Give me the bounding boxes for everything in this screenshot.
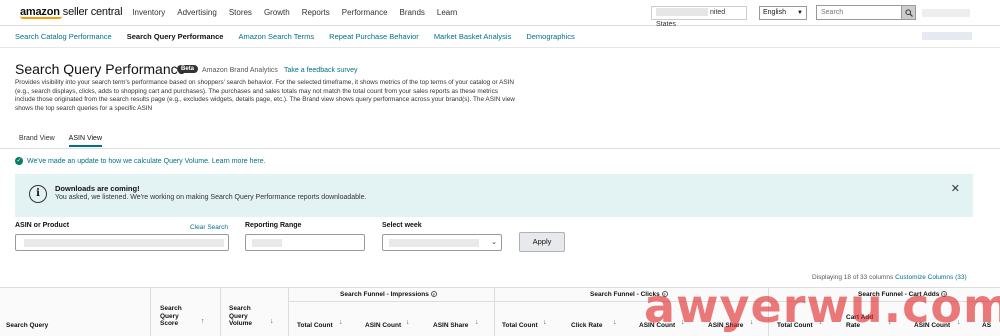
sort-down-icon[interactable]: ↓ [613, 319, 617, 326]
query-volume-update-link[interactable]: ✓ We've made an update to how we calculat… [15, 157, 266, 165]
sub-nav: Search Catalog Performance Search Query … [0, 26, 1000, 48]
sort-down-icon[interactable]: ↓ [270, 318, 274, 325]
blurred-subnav-item [922, 32, 972, 40]
subnav-repeat-purchase-behavior[interactable]: Repeat Purchase Behavior [329, 32, 419, 41]
reporting-range-select[interactable] [245, 234, 365, 251]
check-circle-icon: ✓ [15, 157, 23, 165]
view-tabs: Brand View ASIN View [19, 135, 116, 147]
apply-button[interactable]: Apply [519, 232, 565, 252]
blurred-range-value [252, 239, 282, 247]
col-clicks-total-count[interactable]: Total Count [502, 322, 538, 330]
feedback-survey-link[interactable]: Take a feedback survey [284, 67, 358, 74]
chevron-down-icon: ⌄ [491, 239, 497, 246]
menu-growth[interactable]: Growth [264, 8, 290, 17]
banner-title: Downloads are coming! [55, 184, 140, 193]
menu-performance[interactable]: Performance [342, 8, 388, 17]
tab-asin-view[interactable]: ASIN View [68, 135, 103, 147]
sort-down-icon[interactable]: ↓ [339, 319, 343, 326]
select-week-label: Select week [382, 222, 422, 229]
tab-brand-view[interactable]: Brand View [19, 135, 55, 147]
page-title: Search Query Performance [15, 61, 186, 77]
banner-text: You asked, we listened. We're working on… [55, 194, 367, 201]
tabs-divider [0, 148, 1000, 149]
watermark: awyerwu.com [644, 279, 1000, 333]
search-button[interactable] [901, 5, 916, 20]
sort-down-icon[interactable]: ↓ [406, 319, 410, 326]
menu-stores[interactable]: Stores [229, 8, 252, 17]
col-impressions-asin-share[interactable]: ASIN Share [433, 322, 468, 330]
help-icon[interactable]: ? [430, 291, 437, 298]
clear-search-link[interactable]: Clear Search [190, 224, 228, 231]
menu-learn[interactable]: Learn [437, 8, 457, 17]
asin-product-label: ASIN or Product [15, 222, 70, 229]
marketplace-select[interactable]: nited States [651, 6, 747, 28]
brand-analytics-label: Amazon Brand Analytics [202, 67, 278, 74]
page-description: Provides visibility into your search ter… [15, 79, 515, 112]
search-icon [905, 9, 913, 17]
account-menu[interactable] [922, 9, 970, 17]
blurred-account [656, 8, 708, 17]
sort-up-icon[interactable]: ↑ [201, 318, 205, 325]
col-search-query-volume[interactable]: Search Query Volume [229, 305, 252, 328]
beta-badge: Beta [177, 65, 199, 73]
seller-central-logo[interactable]: amazon seller central [20, 6, 123, 19]
col-impressions-asin-count[interactable]: ASIN Count [365, 322, 401, 330]
menu-brands[interactable]: Brands [400, 8, 425, 17]
col-click-rate[interactable]: Click Rate [571, 322, 602, 330]
sort-down-icon[interactable]: ↓ [543, 319, 547, 326]
select-week-dropdown[interactable]: ⌄ [382, 234, 502, 251]
subnav-amazon-search-terms[interactable]: Amazon Search Terms [238, 32, 314, 41]
reporting-range-label: Reporting Range [245, 222, 302, 229]
subnav-search-query-performance[interactable]: Search Query Performance [127, 32, 224, 41]
sort-down-icon[interactable]: ↓ [475, 319, 479, 326]
subnav-demographics[interactable]: Demographics [526, 32, 574, 41]
main-menu: Inventory Advertising Stores Growth Repo… [132, 8, 469, 17]
close-icon[interactable]: ✕ [951, 182, 960, 195]
menu-inventory[interactable]: Inventory [132, 8, 165, 17]
menu-reports[interactable]: Reports [302, 8, 330, 17]
group-impressions: Search Funnel - Impressions ? [340, 291, 437, 298]
col-search-query-score[interactable]: Search Query Score [160, 305, 182, 328]
menu-advertising[interactable]: Advertising [177, 8, 217, 17]
col-impressions-total-count[interactable]: Total Count [297, 322, 333, 330]
language-select[interactable]: English ▼ [759, 6, 807, 20]
blurred-asin-value [24, 239, 224, 247]
chevron-down-icon: ▼ [797, 10, 803, 16]
subnav-market-basket-analysis[interactable]: Market Basket Analysis [434, 32, 512, 41]
subnav-search-catalog-performance[interactable]: Search Catalog Performance [15, 32, 112, 41]
info-icon: i [29, 185, 47, 203]
asin-product-input[interactable] [15, 234, 229, 251]
downloads-banner: i Downloads are coming! You asked, we li… [15, 174, 973, 217]
col-search-query[interactable]: Search Query [6, 322, 48, 330]
blurred-week-value [389, 239, 479, 247]
